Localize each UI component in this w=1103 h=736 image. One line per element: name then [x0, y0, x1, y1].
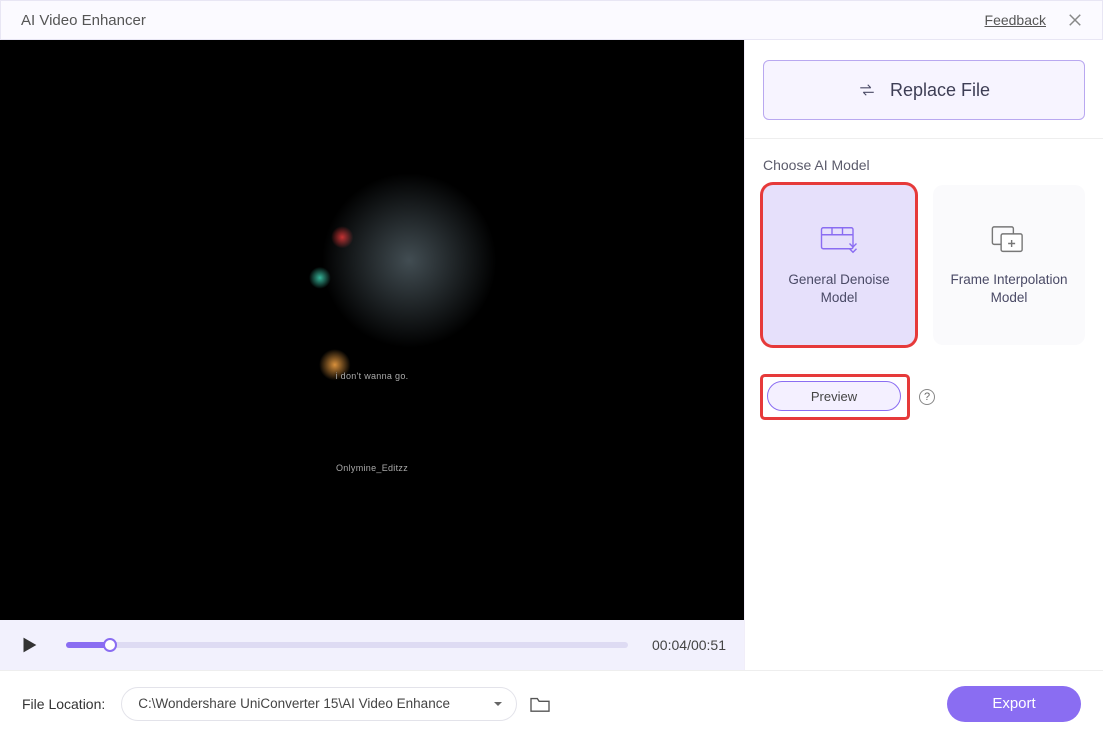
close-icon [1066, 11, 1084, 29]
video-watermark: Onlymine_Editzz [336, 463, 408, 473]
feedback-link[interactable]: Feedback [985, 12, 1046, 28]
choose-model-label: Choose AI Model [763, 157, 1085, 173]
player-bar: 00:04/00:51 [0, 620, 744, 670]
side-panel: Replace File Choose AI Model General Den… [744, 40, 1103, 670]
interpolation-icon [988, 223, 1030, 257]
chevron-down-icon [492, 698, 504, 710]
video-preview[interactable]: i don't wanna go. Onlymine_Editzz [0, 40, 744, 620]
model-general-denoise[interactable]: General Denoise Model [763, 185, 915, 345]
seek-bar[interactable] [66, 642, 628, 648]
divider [745, 138, 1103, 139]
folder-icon [529, 695, 551, 713]
preview-button[interactable]: Preview [767, 381, 901, 411]
open-folder-button[interactable] [529, 695, 551, 713]
app-title: AI Video Enhancer [21, 12, 146, 29]
play-button[interactable] [18, 634, 40, 656]
close-button[interactable] [1064, 9, 1086, 31]
question-icon: ? [924, 391, 930, 403]
video-caption: i don't wanna go. [336, 371, 409, 381]
replace-file-label: Replace File [890, 80, 990, 101]
export-button[interactable]: Export [947, 686, 1081, 722]
timecode: 00:04/00:51 [652, 637, 726, 653]
bottom-bar: File Location: C:\Wondershare UniConvert… [0, 670, 1103, 736]
replace-file-button[interactable]: Replace File [763, 60, 1085, 120]
title-bar: AI Video Enhancer Feedback [0, 0, 1103, 40]
help-button[interactable]: ? [919, 389, 935, 405]
export-button-label: Export [992, 695, 1035, 712]
model-frame-interpolation[interactable]: Frame Interpolation Model [933, 185, 1085, 345]
model-label: Frame Interpolation Model [941, 271, 1077, 307]
seek-thumb[interactable] [103, 638, 117, 652]
file-location-select[interactable]: C:\Wondershare UniConverter 15\AI Video … [121, 687, 517, 721]
swap-icon [858, 81, 876, 99]
total-time: 00:51 [691, 637, 726, 653]
current-time: 00:04 [652, 637, 687, 653]
file-location-label: File Location: [22, 696, 105, 712]
denoise-icon [818, 223, 860, 257]
preview-highlight: Preview [763, 377, 907, 417]
file-location-value: C:\Wondershare UniConverter 15\AI Video … [138, 696, 492, 711]
play-icon [18, 634, 40, 656]
model-label: General Denoise Model [771, 271, 907, 307]
preview-button-label: Preview [811, 389, 857, 404]
